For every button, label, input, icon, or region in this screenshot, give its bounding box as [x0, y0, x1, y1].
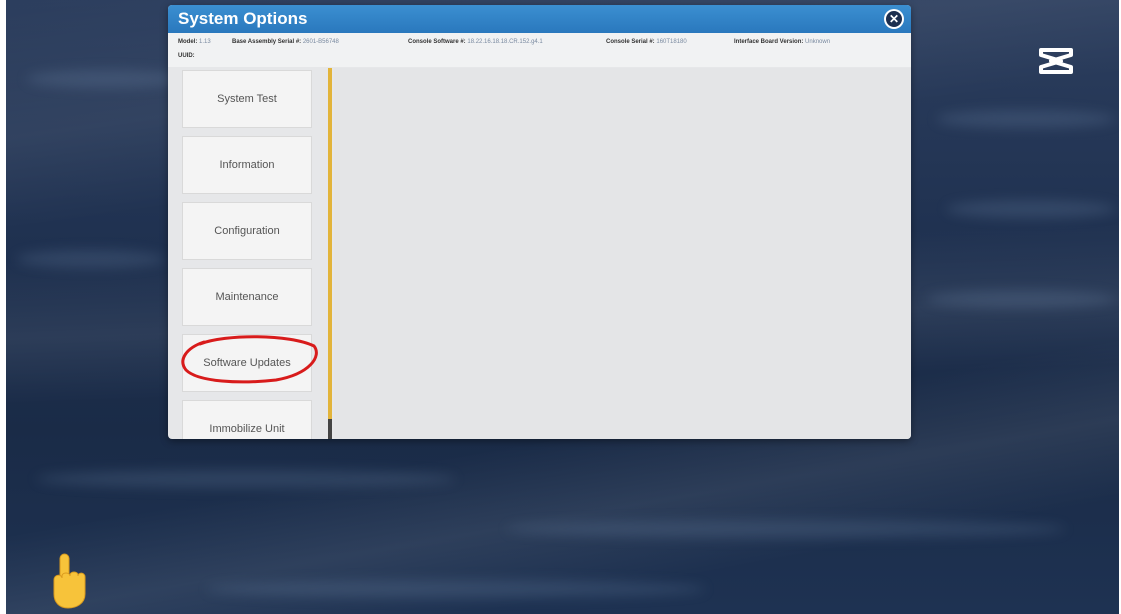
device-info-bar: Model: 1.13 Base Assembly Serial #: 2601…	[168, 33, 911, 67]
model-info: Model: 1.13	[178, 39, 211, 45]
wave-decoration	[26, 70, 186, 88]
capcut-logo-icon	[1039, 48, 1073, 74]
wave-decoration	[16, 250, 166, 268]
close-circle-icon: ✕	[886, 11, 902, 27]
content-pane	[334, 68, 911, 439]
base-serial-info: Base Assembly Serial #: 2601-B56748	[232, 39, 339, 45]
pointing-hand-icon	[53, 553, 86, 609]
uuid-label: UUID:	[178, 53, 195, 59]
menu-item-configuration[interactable]: Configuration	[182, 202, 312, 260]
menu-item-immobilize-unit[interactable]: Immobilize Unit	[182, 400, 312, 439]
red-circle-annotation	[181, 335, 318, 384]
wave-decoration	[36, 470, 456, 488]
wave-decoration	[506, 520, 1066, 538]
menu-item-system-test[interactable]: System Test	[182, 70, 312, 128]
menu-scrollbar[interactable]	[328, 68, 332, 439]
wave-decoration	[926, 290, 1116, 308]
dialog-title: System Options	[178, 9, 308, 28]
wave-decoration	[206, 580, 706, 598]
menu-item-information[interactable]: Information	[182, 136, 312, 194]
close-button[interactable]: ✕	[884, 9, 904, 29]
wave-decoration	[936, 110, 1116, 128]
menu-item-maintenance[interactable]: Maintenance	[182, 268, 312, 326]
wave-decoration	[946, 200, 1116, 218]
console-software-info: Console Software #: 18.22.16.18.18.CR.15…	[408, 39, 543, 45]
menu-scrollbar-thumb[interactable]	[328, 419, 332, 439]
console-serial-info: Console Serial #: 160T18180	[606, 39, 687, 45]
dialog-header: System Options ✕	[168, 5, 911, 33]
interface-board-info: Interface Board Version: Unknown	[734, 39, 831, 45]
